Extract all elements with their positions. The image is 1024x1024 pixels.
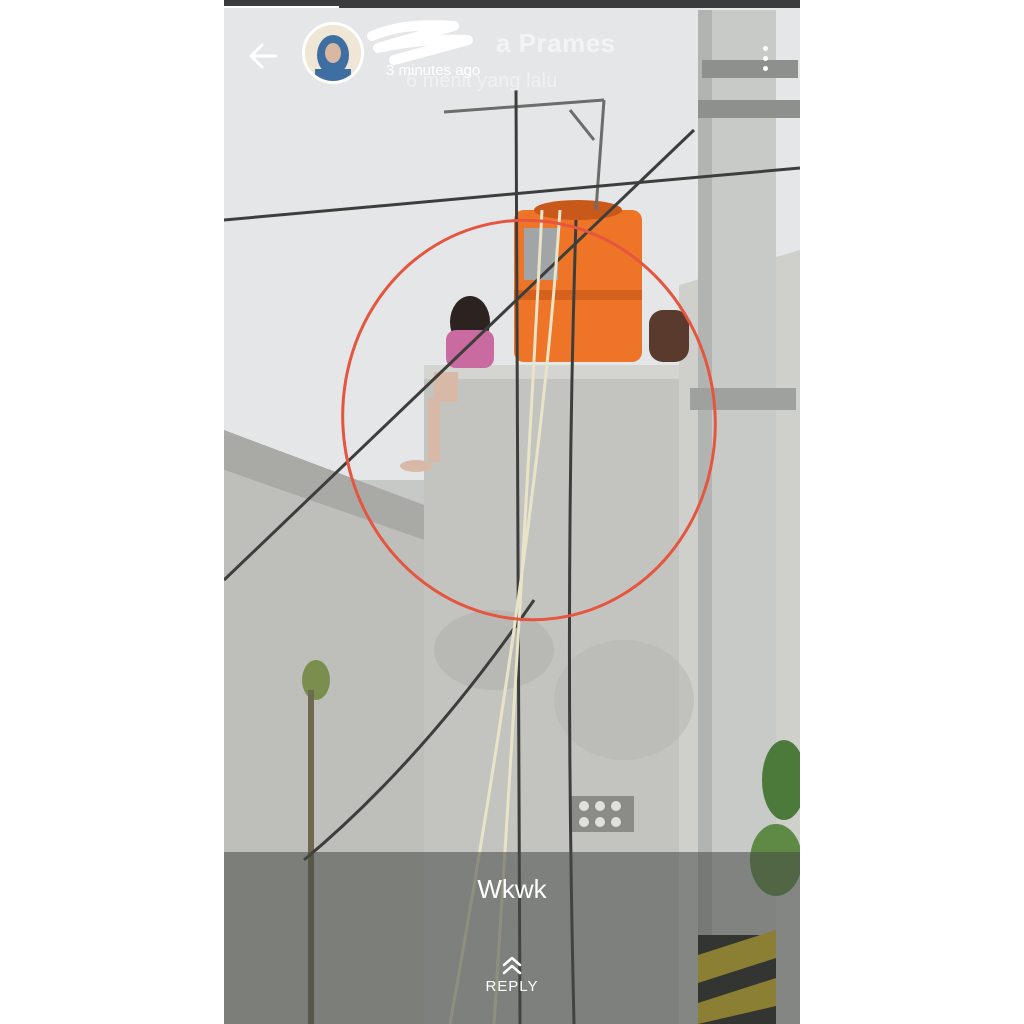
story-caption: Wkwk (477, 874, 547, 904)
username[interactable]: a Prames (367, 20, 616, 65)
story-progress-fill (224, 6, 340, 8)
more-vertical-icon-dot (762, 55, 768, 61)
story-progress-bar (224, 0, 800, 8)
username-visible: a Prames (496, 28, 616, 58)
chevron-up-icon (502, 956, 522, 975)
timestamp: 3 minutes ago (386, 62, 481, 79)
redaction-scribble (367, 20, 473, 65)
more-vertical-icon-dot (762, 65, 768, 71)
avatar-image (305, 25, 361, 81)
story-viewer: a Prames 6 menit yang lalu 3 minutes ago… (224, 0, 800, 1024)
arrow-left-icon (249, 43, 278, 69)
vent-block (570, 796, 634, 832)
story-header: a Prames 6 menit yang lalu 3 minutes ago (224, 14, 800, 96)
reply-label: REPLY (485, 978, 539, 995)
back-button[interactable] (242, 34, 286, 78)
reply-button[interactable]: REPLY (224, 954, 800, 1014)
more-options-button[interactable] (750, 38, 780, 78)
more-vertical-icon (762, 45, 768, 51)
avatar[interactable] (302, 22, 364, 84)
